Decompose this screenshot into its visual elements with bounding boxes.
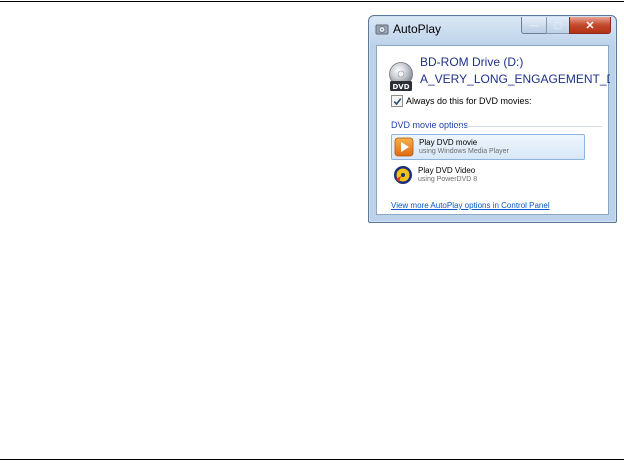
disc-label: A_VERY_LONG_ENGAGEMENT_DISC: [420, 72, 610, 86]
option-subtitle: using PowerDVD 8: [418, 176, 478, 183]
dvd-disc-icon: DVD: [389, 62, 413, 91]
title-bar[interactable]: AutoPlay — ▢ ✕: [369, 16, 616, 43]
caption-buttons: — ▢ ✕: [521, 17, 611, 34]
always-do-checkbox[interactable]: [391, 95, 403, 107]
minimize-button[interactable]: —: [521, 17, 546, 34]
option-subtitle: using Windows Media Player: [419, 148, 509, 155]
maximize-button[interactable]: ▢: [546, 17, 569, 34]
option-play-dvd-movie[interactable]: Play DVD movie using Windows Media Playe…: [391, 134, 585, 160]
close-button[interactable]: ✕: [569, 17, 611, 34]
section-title: DVD movie options: [391, 120, 469, 130]
autoplay-icon: [375, 24, 389, 35]
windows-media-player-icon: [394, 137, 414, 157]
powerdvd-icon: [394, 166, 412, 184]
maximize-icon: ▢: [553, 19, 563, 30]
checkmark-icon: [393, 97, 401, 105]
option-play-dvd-video[interactable]: Play DVD Video using PowerDVD 8: [391, 163, 585, 189]
top-rule: [0, 1, 624, 2]
section-divider: [457, 126, 602, 127]
autoplay-window: AutoPlay — ▢ ✕ DVD BD-ROM Drive (D:) A_V…: [368, 15, 617, 223]
bottom-rule: [0, 459, 624, 460]
dvd-badge-text: DVD: [392, 83, 409, 91]
minimize-icon: —: [529, 20, 539, 30]
option-title: Play DVD Video: [418, 166, 476, 175]
window-title: AutoPlay: [393, 22, 442, 36]
always-do-label: Always do this for DVD movies:: [406, 96, 532, 106]
dialog-content: DVD BD-ROM Drive (D:) A_VERY_LONG_ENGAGE…: [376, 45, 610, 215]
more-autoplay-options-link[interactable]: View more AutoPlay options in Control Pa…: [391, 201, 550, 210]
option-title: Play DVD movie: [419, 138, 478, 147]
always-do-row[interactable]: Always do this for DVD movies:: [391, 95, 532, 107]
drive-name: BD-ROM Drive (D:): [420, 55, 524, 69]
close-icon: ✕: [585, 19, 595, 32]
